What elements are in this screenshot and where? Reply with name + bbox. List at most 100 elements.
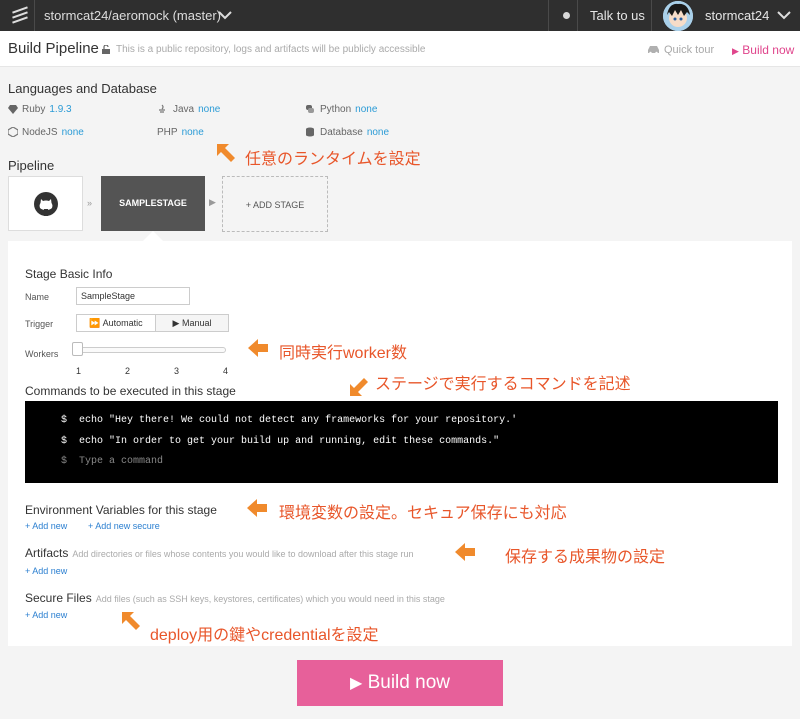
command-text[interactable]: echo "In order to get your build up and … xyxy=(79,436,499,447)
username[interactable]: stormcat24 xyxy=(705,8,769,23)
language-name: Java xyxy=(173,104,195,115)
trigger-automatic-label: Automatic xyxy=(102,318,143,328)
workers-tick: 4 xyxy=(223,366,229,376)
language-name: Ruby xyxy=(22,104,46,115)
build-now-button[interactable]: ▶ Build now xyxy=(297,660,503,706)
stage-basic-info-heading: Stage Basic Info xyxy=(25,267,113,281)
avatar[interactable] xyxy=(663,1,693,31)
language-name: Python xyxy=(320,104,352,115)
annotation-commands: ステージで実行するコマンドを記述 xyxy=(375,376,631,393)
title-bar: Build Pipeline This is a public reposito… xyxy=(0,31,800,67)
repo-name[interactable]: stormcat24/aeromock (master) xyxy=(44,8,221,23)
workers-slider-track[interactable] xyxy=(76,347,226,353)
language-database[interactable]: Database none xyxy=(320,127,389,138)
workers-tick: 2 xyxy=(125,366,131,376)
build-now-link[interactable]: ▶ Build now xyxy=(732,43,794,57)
language-value[interactable]: none xyxy=(198,104,220,115)
build-now-label: Build now xyxy=(742,43,795,57)
annotation-arrow-icon xyxy=(247,499,267,517)
command-text[interactable]: echo "Hey there! We could not detect any… xyxy=(79,415,517,426)
annotation-artifacts: 保存する成果物の設定 xyxy=(505,549,666,566)
double-chevron-icon: » xyxy=(87,198,93,208)
trigger-label: Trigger xyxy=(25,319,54,329)
language-python[interactable]: Python none xyxy=(320,104,377,115)
language-java[interactable]: Java none xyxy=(173,104,220,115)
chevron-down-icon[interactable] xyxy=(777,10,791,20)
github-icon xyxy=(34,192,58,216)
add-secure-env-var-link[interactable]: + Add new secure xyxy=(88,521,160,531)
play-icon: ▶ xyxy=(209,197,216,207)
trigger-manual-button[interactable]: ▶ Manual xyxy=(155,314,229,332)
nodejs-icon xyxy=(8,127,18,137)
artifacts-heading: Artifacts xyxy=(25,546,69,560)
annotation-arrow-icon xyxy=(217,144,235,162)
language-name: Database xyxy=(320,127,363,138)
language-value[interactable]: none xyxy=(367,127,389,138)
public-repo-note: This is a public repository, logs and ar… xyxy=(116,44,426,55)
java-icon xyxy=(159,104,165,113)
github-source-box[interactable] xyxy=(8,176,83,231)
command-input[interactable]: $ Type a command xyxy=(61,456,163,467)
stage-pointer xyxy=(143,231,163,241)
database-icon xyxy=(306,127,314,137)
command-line[interactable]: $ echo "In order to get your build up an… xyxy=(61,436,499,447)
nav-divider xyxy=(577,0,578,31)
workers-slider-handle[interactable] xyxy=(72,342,83,356)
workers-label: Workers xyxy=(25,349,59,359)
language-nodejs[interactable]: NodeJS none xyxy=(22,127,84,138)
play-circle-icon: ▶ xyxy=(172,318,180,328)
add-artifact-link[interactable]: + Add new xyxy=(25,566,67,576)
annotation-arrow-icon xyxy=(248,339,268,357)
pipeline-heading: Pipeline xyxy=(8,158,55,173)
language-value[interactable]: none xyxy=(182,127,204,138)
secure-files-heading: Secure Files xyxy=(25,591,92,605)
language-php[interactable]: PHP none xyxy=(157,127,204,138)
command-prompt: $ xyxy=(61,436,68,447)
quick-tour-link[interactable]: Quick tour xyxy=(664,44,714,56)
nav-divider xyxy=(651,0,652,31)
ruby-icon xyxy=(8,105,18,114)
logo-icon[interactable] xyxy=(12,6,28,24)
status-dot-icon xyxy=(563,12,570,19)
trigger-automatic-button[interactable]: ⏩ Automatic xyxy=(76,314,156,332)
language-value[interactable]: 1.9.3 xyxy=(49,104,71,115)
page-title: Build Pipeline xyxy=(8,40,99,57)
artifacts-hint: Add directories or files whose contents … xyxy=(72,549,414,559)
trigger-manual-label: Manual xyxy=(181,318,212,328)
language-ruby[interactable]: Ruby 1.9.3 xyxy=(22,104,72,115)
car-icon xyxy=(648,46,659,54)
command-prompt: $ xyxy=(61,415,68,426)
secure-files-hint: Add files (such as SSH keys, keystores, … xyxy=(95,594,445,604)
unlock-icon xyxy=(102,45,110,54)
artifacts-section: Artifacts Add directories or files whose … xyxy=(25,546,414,560)
annotation-arrow-icon xyxy=(350,378,368,396)
nav-divider xyxy=(34,0,35,31)
build-now-button-label: Build now xyxy=(367,672,450,693)
stage-samplestage[interactable]: SAMPLESTAGE xyxy=(101,176,205,231)
language-value[interactable]: none xyxy=(355,104,377,115)
annotation-workers: 同時実行worker数 xyxy=(279,345,408,362)
languages-heading: Languages and Database xyxy=(8,81,157,96)
nav-divider xyxy=(548,0,549,31)
top-nav: stormcat24/aeromock (master) Talk to us … xyxy=(0,0,800,31)
fast-forward-icon: ⏩ xyxy=(89,318,101,328)
command-placeholder: Type a command xyxy=(79,456,164,467)
add-secure-file-link[interactable]: + Add new xyxy=(25,610,67,620)
language-value[interactable]: none xyxy=(62,127,84,138)
add-stage-button[interactable]: + ADD STAGE xyxy=(222,176,328,232)
secure-files-section: Secure Files Add files (such as SSH keys,… xyxy=(25,591,445,605)
annotation-arrow-icon xyxy=(455,543,475,561)
stage-name-input[interactable] xyxy=(76,287,190,305)
annotation-secure: deploy用の鍵やcredentialを設定 xyxy=(150,627,379,644)
chevron-down-icon[interactable] xyxy=(218,10,232,20)
command-line[interactable]: $ echo "Hey there! We could not detect a… xyxy=(61,415,517,426)
env-vars-heading: Environment Variables for this stage xyxy=(25,503,217,517)
talk-to-us-link[interactable]: Talk to us xyxy=(590,8,645,23)
name-label: Name xyxy=(25,292,50,302)
workers-tick: 1 xyxy=(76,366,82,376)
annotation-runtime: 任意のランタイムを設定 xyxy=(245,151,421,168)
commands-console[interactable]: $ echo "Hey there! We could not detect a… xyxy=(25,401,778,483)
language-name: PHP xyxy=(157,127,178,138)
play-icon: ▶ xyxy=(732,46,739,56)
add-env-var-link[interactable]: + Add new xyxy=(25,521,67,531)
